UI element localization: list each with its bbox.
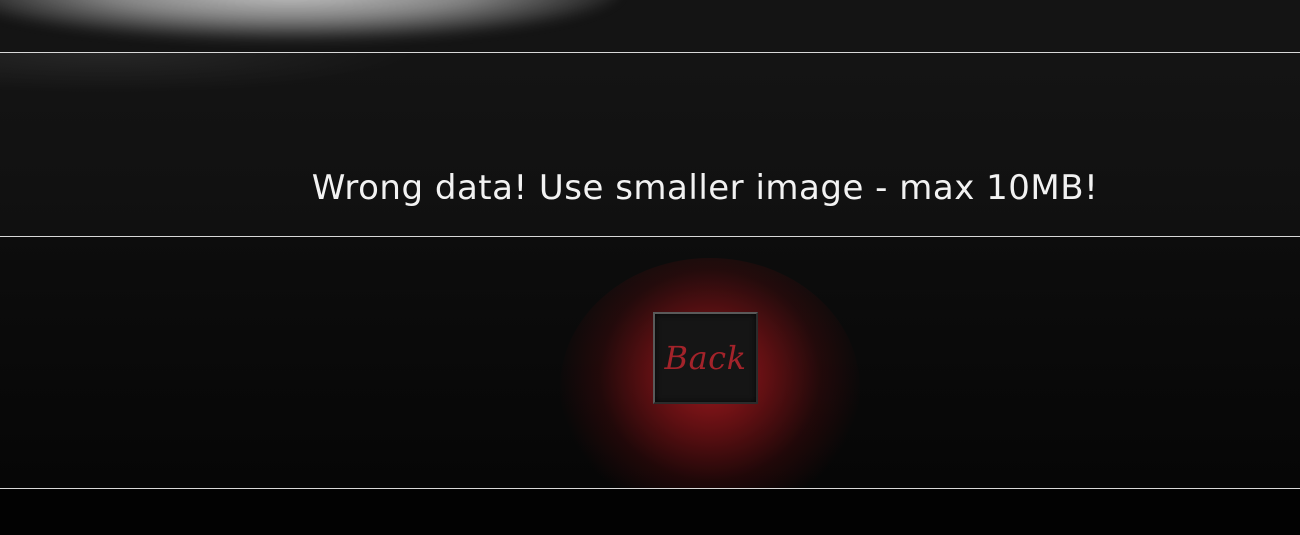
message-section: Wrong data! Use smaller image - max 10MB…	[0, 53, 1300, 236]
error-message: Wrong data! Use smaller image - max 10MB…	[311, 168, 1099, 208]
footer-strip	[0, 489, 1300, 535]
top-light-glow	[0, 0, 620, 40]
error-page: Wrong data! Use smaller image - max 10MB…	[0, 0, 1300, 535]
back-button-label: Back	[664, 339, 747, 377]
back-button[interactable]: Back	[653, 312, 758, 404]
top-banner	[0, 0, 1300, 52]
